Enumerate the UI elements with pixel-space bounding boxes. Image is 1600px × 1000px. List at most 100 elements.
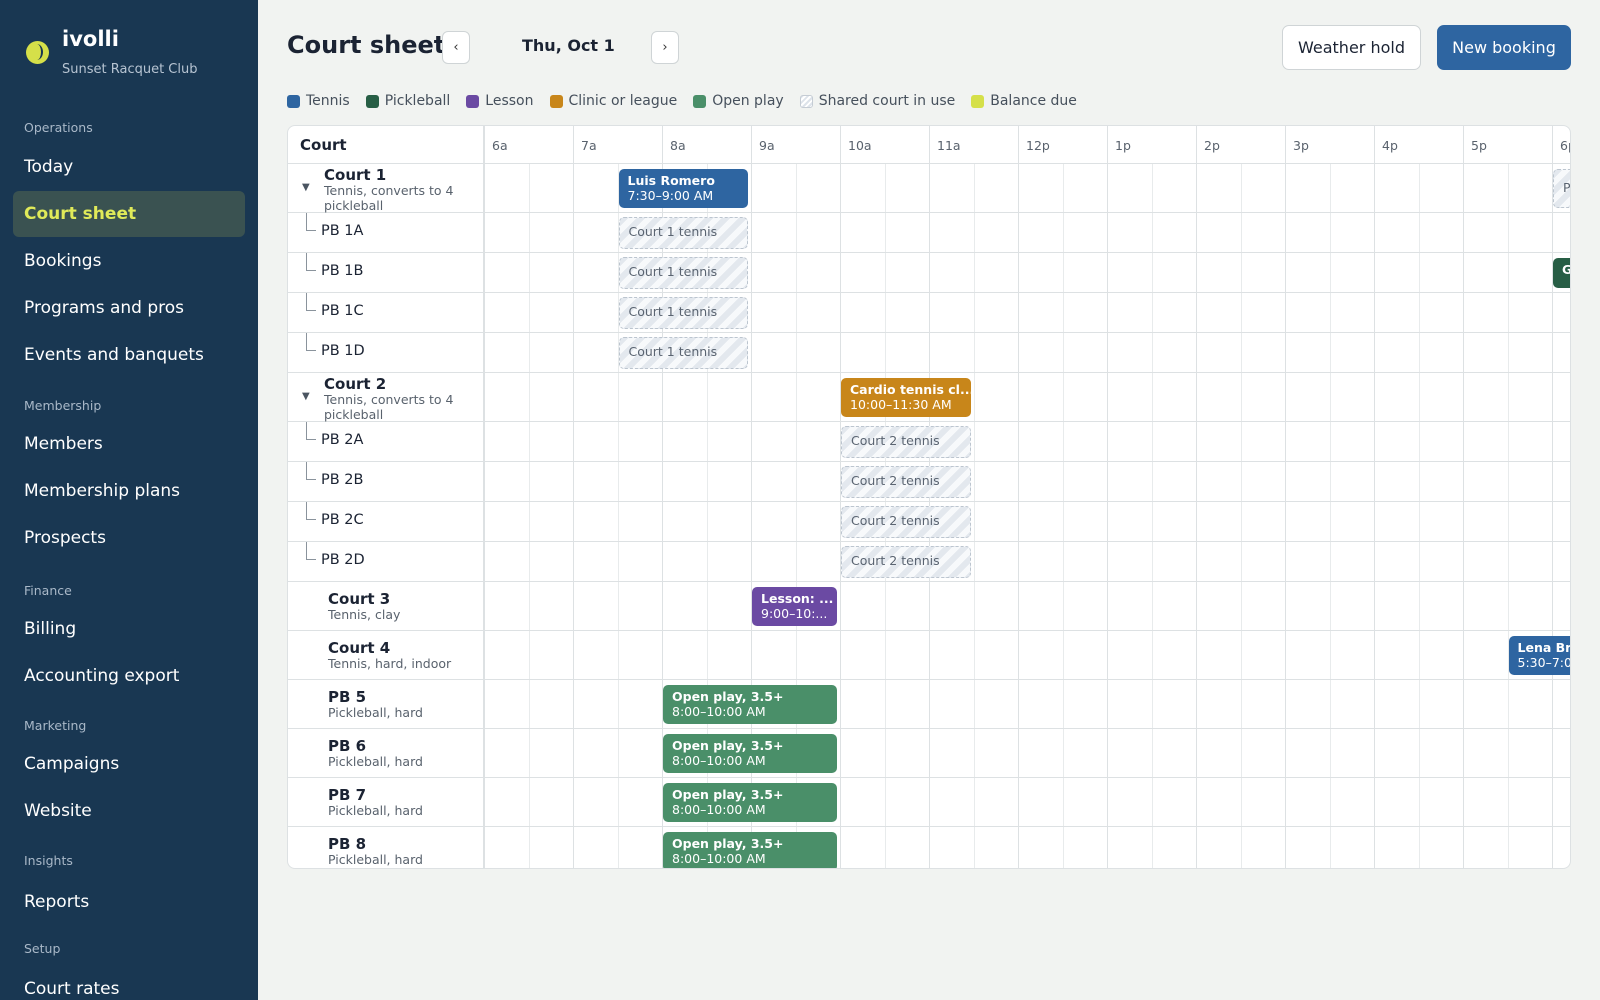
- hour-label-10a: 10a: [848, 138, 872, 153]
- booking-block-openplay[interactable]: Open play, 3.5+ 8:00–10:00 AM: [663, 832, 837, 868]
- sidebar-item-prospects[interactable]: Prospects: [13, 515, 245, 561]
- sidebar-item-campaigns[interactable]: Campaigns: [13, 741, 245, 787]
- booking-title: G: [1562, 262, 1570, 277]
- sub-court-name[interactable]: PB 2B: [321, 472, 363, 488]
- sidebar-item-accounting-export[interactable]: Accounting export: [13, 653, 245, 699]
- court-name[interactable]: PB 7: [328, 786, 366, 804]
- sidebar-item-reports[interactable]: Reports: [13, 879, 245, 925]
- legend-swatch-clinic-or-league: [549, 94, 563, 108]
- shared-court-block[interactable]: Court 2 tennis: [841, 546, 971, 578]
- sub-court-name[interactable]: PB 2C: [321, 512, 364, 528]
- booking-block-tennis[interactable]: Lena Bro5:30–7:0: [1508, 636, 1571, 675]
- shared-court-block[interactable]: Court 1 tennis: [618, 297, 748, 329]
- legend-label: Balance due: [990, 93, 1077, 109]
- sub-court-name[interactable]: PB 1D: [321, 343, 365, 359]
- tree-connector: [306, 422, 316, 440]
- booking-title: Open play, 3.5+: [672, 787, 784, 802]
- legend: Tennis Pickleball Lesson Clinic or league Op…: [287, 92, 1077, 110]
- court-name[interactable]: Court 2: [324, 375, 386, 393]
- court-description: Pickleball, hard: [328, 754, 423, 769]
- shared-court-block[interactable]: Court 1 tennis: [618, 257, 748, 289]
- shared-court-block[interactable]: Court 2 tennis: [841, 506, 971, 538]
- booking-block-tennis[interactable]: Luis Romero 7:30–9:00 AM: [618, 169, 748, 208]
- shared-court-block[interactable]: Court 2 tennis: [841, 426, 971, 458]
- shared-court-block[interactable]: Pi: [1553, 169, 1570, 208]
- court-name[interactable]: Court 3: [328, 590, 390, 608]
- shared-court-block[interactable]: Court 2 tennis: [841, 466, 971, 498]
- sidebar-item-membership-plans[interactable]: Membership plans: [13, 468, 245, 514]
- booking-title: Open play, 3.5+: [672, 689, 784, 704]
- sub-court-name[interactable]: PB 1A: [321, 223, 363, 239]
- legend-label: Tennis: [306, 93, 350, 109]
- shared-court-block[interactable]: Court 1 tennis: [618, 217, 748, 249]
- court-row: PB 1D: [288, 333, 1570, 373]
- nav-section-membership: Membership: [24, 398, 102, 413]
- next-day-button[interactable]: ›: [651, 31, 679, 64]
- legend-label: Clinic or league: [568, 93, 678, 109]
- court-name[interactable]: PB 5: [328, 688, 366, 706]
- booking-time: 7:30–9:00 AM: [627, 188, 714, 203]
- booking-block-openplay[interactable]: Open play, 3.5+ 8:00–10:00 AM: [663, 685, 837, 724]
- tree-connector: [306, 293, 316, 311]
- sidebar-item-today[interactable]: Today: [13, 144, 245, 190]
- sub-court-name[interactable]: PB 2A: [321, 432, 363, 448]
- sidebar-item-programs-and-pros[interactable]: Programs and pros: [13, 285, 245, 331]
- hour-label-7a: 7a: [581, 138, 597, 153]
- court-description: Tennis, converts to 4 pickleball: [324, 392, 454, 422]
- nav-section-setup: Setup: [24, 941, 61, 956]
- nav-section-marketing: Marketing: [24, 718, 87, 733]
- sidebar-item-billing[interactable]: Billing: [13, 606, 245, 652]
- sidebar: ivolli Sunset Racquet Club Operations Tod…: [0, 0, 258, 1000]
- sidebar-item-events-and-banquets[interactable]: Events and banquets: [13, 332, 245, 378]
- sidebar-item-court-rates[interactable]: Court rates: [13, 966, 245, 1000]
- current-date[interactable]: Thu, Oct 1: [522, 36, 615, 55]
- booking-time: 8:00–10:00 AM: [672, 753, 766, 768]
- booking-title: Luis Romero: [627, 173, 715, 188]
- collapse-caret-icon[interactable]: ▼: [302, 391, 310, 402]
- brand-name: ivolli: [62, 27, 119, 51]
- sub-court-name[interactable]: PB 1B: [321, 263, 363, 279]
- legend-item-pickleball: Pickleball: [365, 93, 451, 109]
- legend-item-open-play: Open play: [693, 93, 784, 109]
- new-booking-button[interactable]: New booking: [1437, 25, 1571, 70]
- booking-block-pickleball[interactable]: G: [1553, 258, 1570, 288]
- legend-item-clinic-or-league: Clinic or league: [549, 93, 678, 109]
- court-row: Court 3 Tennis, clay: [288, 582, 1570, 631]
- legend-label: Pickleball: [384, 93, 451, 109]
- previous-day-button[interactable]: ‹: [442, 31, 470, 64]
- court-row: PB 7 Pickleball, hard: [288, 778, 1570, 827]
- sidebar-item-website[interactable]: Website: [13, 788, 245, 834]
- sub-court-name[interactable]: PB 1C: [321, 303, 364, 319]
- court-row: PB 6 Pickleball, hard: [288, 729, 1570, 778]
- court-name[interactable]: Court 4: [328, 639, 390, 657]
- booking-block-clinic[interactable]: Cardio tennis cl... 10:00–11:30 AM: [841, 378, 971, 417]
- sidebar-item-members[interactable]: Members: [13, 421, 245, 467]
- booking-time: 8:00–10:00 AM: [672, 851, 766, 866]
- sub-court-name[interactable]: PB 2D: [321, 552, 365, 568]
- court-row: PB 8 Pickleball, hard: [288, 827, 1570, 868]
- booking-time: 5:30–7:0: [1517, 655, 1571, 670]
- hour-label-1p: 1p: [1115, 138, 1131, 153]
- sidebar-item-court-sheet[interactable]: Court sheet: [13, 191, 245, 237]
- legend-swatch-lesson: [466, 94, 480, 108]
- shared-court-block[interactable]: Court 1 tennis: [618, 337, 748, 369]
- court-row: ▼ Court 1 Tennis, converts to 4 pickleball: [288, 164, 1570, 213]
- court-name[interactable]: PB 6: [328, 737, 366, 755]
- booking-block-openplay[interactable]: Open play, 3.5+ 8:00–10:00 AM: [663, 783, 837, 822]
- collapse-caret-icon[interactable]: ▼: [302, 182, 310, 193]
- weather-hold-button[interactable]: Weather hold: [1282, 25, 1421, 70]
- hour-label-3p: 3p: [1293, 138, 1309, 153]
- court-name[interactable]: PB 8: [328, 835, 366, 853]
- booking-title: Lesson: ...: [761, 591, 834, 606]
- tree-connector: [306, 542, 316, 560]
- hour-label-12p: 12p: [1026, 138, 1050, 153]
- sidebar-item-bookings[interactable]: Bookings: [13, 238, 245, 284]
- hour-label-4p: 4p: [1382, 138, 1398, 153]
- booking-block-openplay[interactable]: Open play, 3.5+ 8:00–10:00 AM: [663, 734, 837, 773]
- legend-label: Lesson: [485, 93, 534, 109]
- booking-block-lesson[interactable]: Lesson: ... 9:00–10:...: [752, 587, 837, 626]
- court-description: Pickleball, hard: [328, 803, 423, 818]
- legend-label: Shared court in use: [818, 93, 956, 109]
- legend-swatch-balance-due: [971, 94, 985, 108]
- court-name[interactable]: Court 1: [324, 166, 386, 184]
